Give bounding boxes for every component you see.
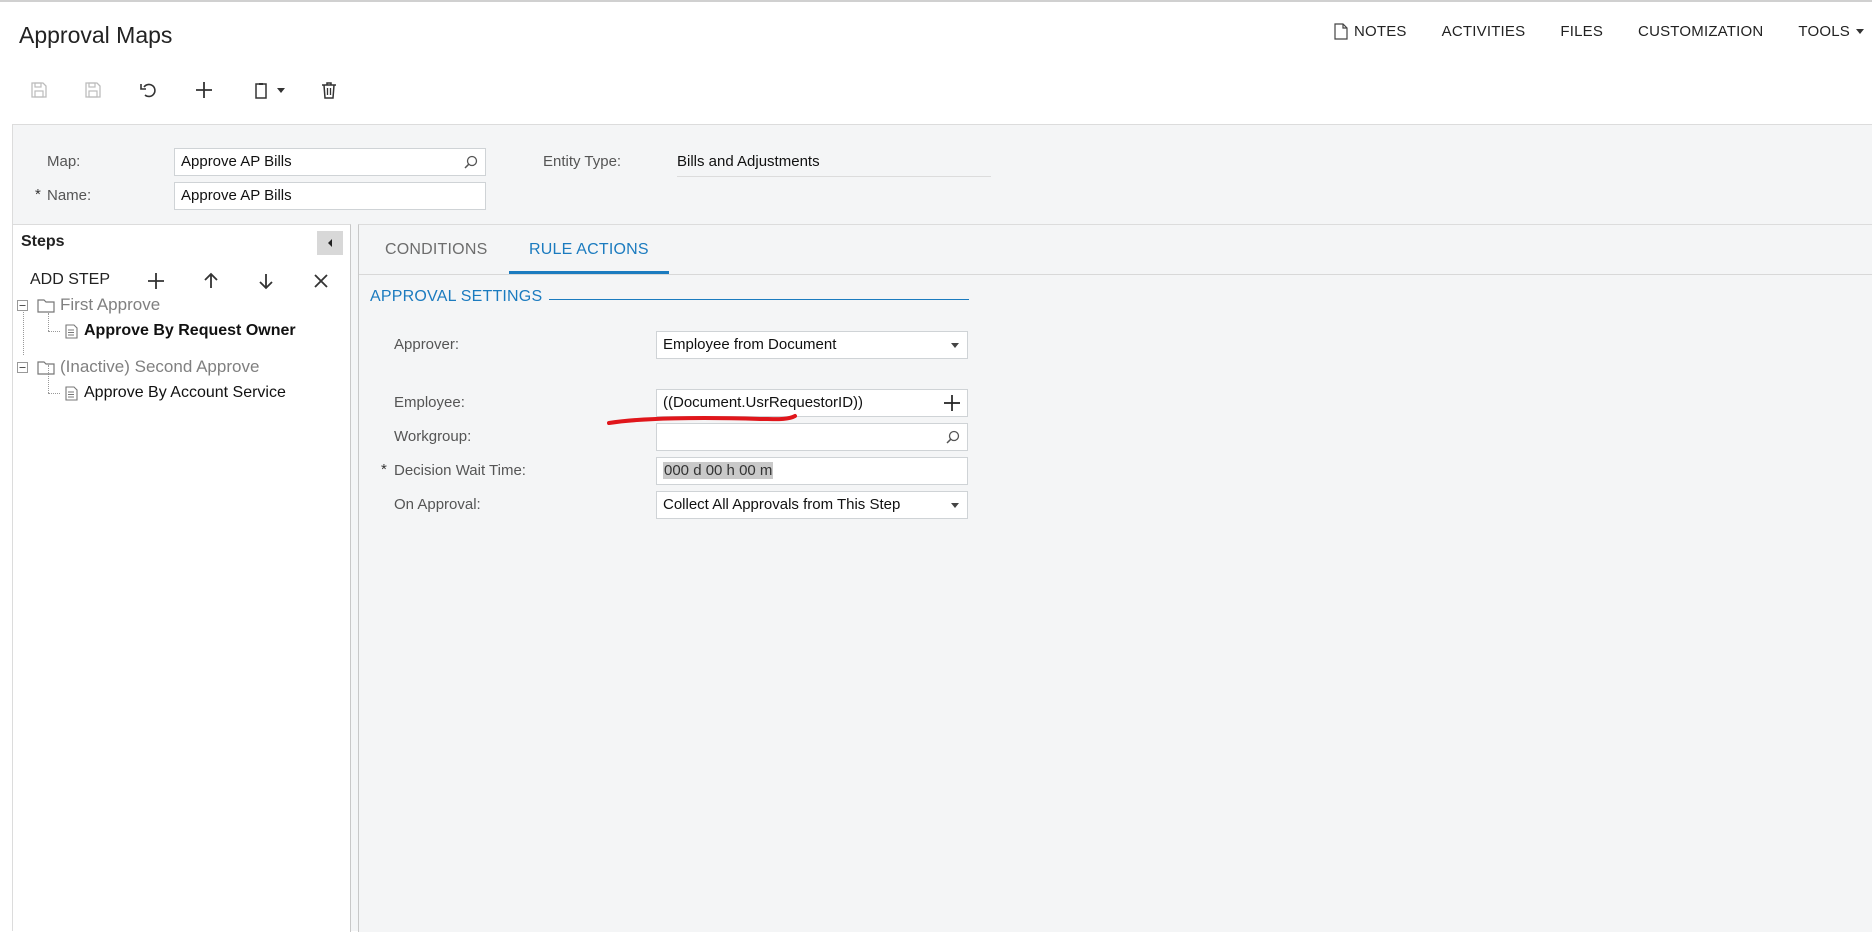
tree-item-approve-by-account-service[interactable]: Approve By Account Service [65,384,286,402]
steps-panel: Steps ADD STEP First Approve Approve By … [13,224,351,932]
arrow-up-icon [204,272,218,288]
decision-wait-time-field[interactable]: 000 d 00 h 00 m [656,457,968,485]
arrow-down-icon [259,274,273,290]
add-icon[interactable] [943,394,961,412]
activities-link[interactable]: ACTIVITIES [1442,23,1526,40]
chevron-down-icon [951,343,959,348]
name-value: Approve AP Bills [181,187,292,204]
map-label: Map: [47,153,81,170]
files-link[interactable]: FILES [1560,23,1603,40]
details-panel: CONDITIONS RULE ACTIONS APPROVAL SETTING… [358,224,1872,932]
workgroup-selector[interactable] [656,423,968,451]
tree-item-label: Approve By Request Owner [84,322,296,339]
name-required-marker: * [35,186,41,203]
map-value: Approve AP Bills [181,153,292,170]
add-button[interactable] [191,75,217,105]
undo-icon [140,83,156,98]
steps-toolbar: ADD STEP [13,265,350,297]
tree-node-second-approve[interactable]: (Inactive) Second Approve [17,357,259,377]
approver-label: Approver: [394,336,460,353]
save-close-button[interactable] [26,75,52,105]
copy-paste-menu[interactable] [246,75,290,105]
collapse-panel-button[interactable] [317,231,343,255]
active-tab-indicator [509,271,669,274]
on-approval-dropdown[interactable]: Collect All Approvals from This Step [656,491,968,519]
approver-dropdown[interactable]: Employee from Document [656,331,968,359]
chevron-down-icon [951,503,959,508]
save-icon [85,82,101,98]
map-selector[interactable]: Approve AP Bills [174,148,486,176]
entity-type-value: Bills and Adjustments [677,153,820,170]
add-step-button[interactable]: ADD STEP [30,271,110,289]
approver-value: Employee from Document [663,336,837,353]
tools-label: TOOLS [1798,22,1850,40]
tab-bar: CONDITIONS RULE ACTIONS [359,225,1872,275]
page-title: Approval Maps [19,22,173,48]
top-nav: NOTES ACTIVITIES FILES CUSTOMIZATION TOO… [1334,21,1872,41]
top-border [0,0,1872,2]
add-icon [196,82,212,98]
decision-wait-time-value: 000 d 00 h 00 m [663,462,774,479]
main-area: Map: Approve AP Bills * Name: Approve AP… [12,124,1872,932]
collapse-icon[interactable] [17,299,28,311]
delete-button[interactable] [316,75,342,105]
section-divider [549,299,969,300]
undo-button[interactable] [136,75,162,105]
notes-label: NOTES [1353,22,1407,40]
customization-link[interactable]: CUSTOMIZATION [1638,23,1763,40]
name-field[interactable]: Approve AP Bills [174,182,486,210]
tree-connector [48,313,49,331]
decision-wait-time-label: Decision Wait Time: [394,462,526,479]
folder-icon [37,298,55,313]
workgroup-label: Workgroup: [394,428,472,445]
search-icon[interactable] [463,154,479,170]
document-icon [65,323,78,339]
caret-left-icon [328,239,332,247]
delete-row-button[interactable] [309,269,333,293]
add-icon [148,273,164,289]
tab-rule-actions[interactable]: RULE ACTIONS [529,241,649,259]
files-label: FILES [1560,22,1604,40]
tree-connector [48,393,60,394]
employee-value: ((Document.UsrRequestorID)) [663,394,864,411]
notes-link[interactable]: NOTES [1334,23,1407,40]
delete-icon [322,82,336,99]
customization-label: CUSTOMIZATION [1638,22,1764,40]
add-row-button[interactable] [144,269,168,293]
tree-item-label: Approve By Account Service [84,384,286,401]
on-approval-label: On Approval: [394,496,481,513]
decision-required-marker: * [381,461,387,478]
steps-title: Steps [21,233,65,250]
activities-label: ACTIVITIES [1441,22,1526,40]
entity-type-underline [677,176,991,177]
chevron-down-icon [1856,28,1864,34]
tools-menu[interactable]: TOOLS [1798,23,1864,40]
save-all-icon [31,82,47,98]
copy-paste-icon [255,83,267,99]
note-icon [1334,22,1348,40]
tree-node-first-approve[interactable]: First Approve [17,295,160,315]
tab-conditions[interactable]: CONDITIONS [385,241,487,259]
collapse-icon[interactable] [17,361,28,373]
on-approval-value: Collect All Approvals from This Step [663,496,901,513]
close-icon [314,274,328,288]
tree-node-label: (Inactive) Second Approve [60,357,260,376]
employee-label: Employee: [394,394,465,411]
name-label: Name: [47,187,92,204]
tree-item-approve-by-request-owner[interactable]: Approve By Request Owner [65,322,296,340]
search-icon[interactable] [945,429,961,445]
chevron-down-icon [277,87,285,93]
tree-connector [48,331,60,332]
document-icon [65,385,78,401]
folder-icon [37,360,55,375]
entity-type-label: Entity Type: [543,153,622,170]
move-down-button[interactable] [254,269,278,293]
move-up-button[interactable] [199,269,223,293]
save-button[interactable] [80,75,106,105]
employee-field[interactable]: ((Document.UsrRequestorID)) [656,389,968,417]
approval-settings-title: APPROVAL SETTINGS [370,288,543,305]
tree-node-label: First Approve [60,295,161,314]
